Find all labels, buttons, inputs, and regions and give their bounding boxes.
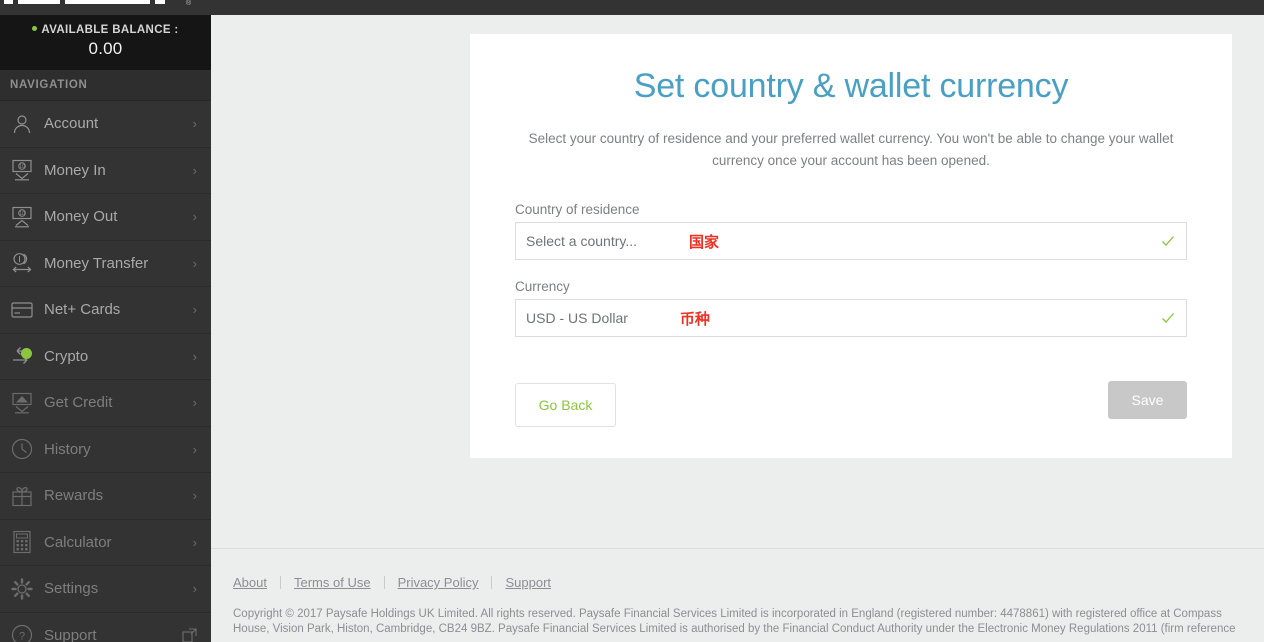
money-out-icon: 10 <box>8 204 36 230</box>
country-annotation: 国家 <box>689 233 720 251</box>
sidebar-item-money-transfer[interactable]: Money Transfer › <box>0 241 211 287</box>
footer-separator <box>383 576 385 589</box>
available-balance-amount: 0.00 <box>88 39 123 58</box>
main-content: Set country & wallet currency Select you… <box>211 15 1264 642</box>
sidebar-item-label: Account <box>44 115 99 133</box>
top-bar: ® <box>0 0 1264 15</box>
history-clock-icon <box>8 436 36 462</box>
skrill-logo[interactable] <box>0 0 200 8</box>
chevron-right-icon: › <box>192 581 197 597</box>
sidebar-item-rewards[interactable]: Rewards › <box>0 473 211 520</box>
external-link-icon <box>182 628 197 642</box>
crypto-status-dot-icon <box>21 347 32 359</box>
svg-text:10: 10 <box>19 164 25 170</box>
card-icon <box>8 297 36 323</box>
footer-link-privacy-policy[interactable]: Privacy Policy <box>398 575 479 590</box>
gift-icon <box>8 483 36 509</box>
currency-field-label: Currency <box>515 279 570 294</box>
footer-copyright-line-2: House, Vision Park, Histon, Cambridge, C… <box>233 623 1236 635</box>
footer-link-terms-of-use[interactable]: Terms of Use <box>294 575 371 590</box>
chevron-right-icon: › <box>192 534 197 550</box>
footer-link-support[interactable]: Support <box>505 575 551 590</box>
currency-select-value: USD - US Dollar <box>526 310 628 326</box>
currency-annotation: 币种 <box>679 310 710 328</box>
sidebar-item-label: Money Out <box>44 208 118 226</box>
sidebar-item-label: History <box>44 440 91 458</box>
chevron-right-icon: › <box>192 209 197 225</box>
sidebar-item-get-credit[interactable]: Get Credit › <box>0 380 211 427</box>
currency-field-group: Currency USD - US Dollar 币种 <box>515 279 1187 337</box>
check-icon <box>1161 234 1175 248</box>
check-icon <box>1161 311 1175 325</box>
chevron-right-icon: › <box>192 302 197 318</box>
footer-links: About Terms of Use Privacy Policy Suppor… <box>211 575 1264 590</box>
sidebar-item-money-in[interactable]: 10 Money In › <box>0 148 211 194</box>
footer-link-about[interactable]: About <box>233 575 267 590</box>
gear-icon <box>8 576 36 602</box>
sidebar-item-label: Support <box>44 626 97 642</box>
sidebar-item-calculator[interactable]: Calculator › <box>0 520 211 566</box>
sidebar-item-net-plus-cards[interactable]: Net+ Cards › <box>0 287 211 334</box>
sidebar-item-support[interactable]: ? Support <box>0 613 211 642</box>
sidebar-item-label: Money Transfer <box>44 254 149 272</box>
currency-select[interactable]: USD - US Dollar 币种 <box>515 299 1187 337</box>
country-select-value: Select a country... <box>526 233 638 249</box>
calculator-icon <box>8 529 36 555</box>
sidebar-item-history[interactable]: History › <box>0 427 211 473</box>
sidebar-item-label: Settings <box>44 580 99 598</box>
footer-copyright-line-1: Copyright © 2017 Paysafe Holdings UK Lim… <box>233 608 1222 620</box>
sidebar-item-money-out[interactable]: 10 Money Out › <box>0 194 211 241</box>
sidebar-item-crypto[interactable]: Crypto › <box>0 334 211 380</box>
available-balance-label: AVAILABLE BALANCE : <box>0 24 211 36</box>
country-field-label: Country of residence <box>515 202 640 217</box>
go-back-button[interactable]: Go Back <box>515 383 616 427</box>
chevron-right-icon: › <box>192 348 197 364</box>
footer: About Terms of Use Privacy Policy Suppor… <box>211 548 1264 637</box>
registered-mark: ® <box>186 0 192 7</box>
money-in-icon: 10 <box>8 157 36 183</box>
settings-card: Set country & wallet currency Select you… <box>470 34 1232 458</box>
get-credit-icon <box>8 390 36 416</box>
sidebar-item-label: Rewards <box>44 487 104 505</box>
sidebar-item-label: Net+ Cards <box>44 301 121 319</box>
chevron-right-icon: › <box>192 395 197 411</box>
money-transfer-icon <box>8 250 36 276</box>
question-mark-icon: ? <box>8 622 36 642</box>
navigation-header: NAVIGATION <box>0 70 211 101</box>
sidebar-item-settings[interactable]: Settings › <box>0 566 211 613</box>
chevron-right-icon: › <box>192 116 197 132</box>
country-select[interactable]: Select a country... 国家 <box>515 222 1187 260</box>
page-title: Set country & wallet currency <box>633 67 1069 105</box>
footer-copyright: Copyright © 2017 Paysafe Holdings UK Lim… <box>211 607 1264 637</box>
status-dot-icon <box>32 26 38 32</box>
sidebar-item-account[interactable]: Account › <box>0 101 211 148</box>
chevron-right-icon: › <box>192 441 197 457</box>
chevron-right-icon: › <box>192 488 197 504</box>
sidebar-item-label: Crypto <box>44 347 89 365</box>
sidebar-item-label: Calculator <box>44 533 112 551</box>
balance-label-text: AVAILABLE BALANCE : <box>41 24 179 36</box>
available-balance-box: AVAILABLE BALANCE : 0.00 <box>0 15 211 70</box>
svg-text:10: 10 <box>19 211 25 217</box>
sidebar: AVAILABLE BALANCE : 0.00 NAVIGATION Acco… <box>0 15 211 642</box>
footer-separator <box>279 576 281 589</box>
svg-text:?: ? <box>19 631 25 642</box>
country-field-group: Country of residence Select a country...… <box>515 202 1187 260</box>
chevron-right-icon: › <box>192 255 197 271</box>
sidebar-item-label: Money In <box>44 161 106 179</box>
save-button[interactable]: Save <box>1108 381 1187 419</box>
chevron-right-icon: › <box>192 162 197 178</box>
footer-separator <box>491 576 493 589</box>
page-description: Select your country of residence and you… <box>528 131 1174 168</box>
sidebar-item-label: Get Credit <box>44 394 113 412</box>
user-icon <box>8 111 36 137</box>
form-actions: Go Back Save <box>515 381 1187 427</box>
